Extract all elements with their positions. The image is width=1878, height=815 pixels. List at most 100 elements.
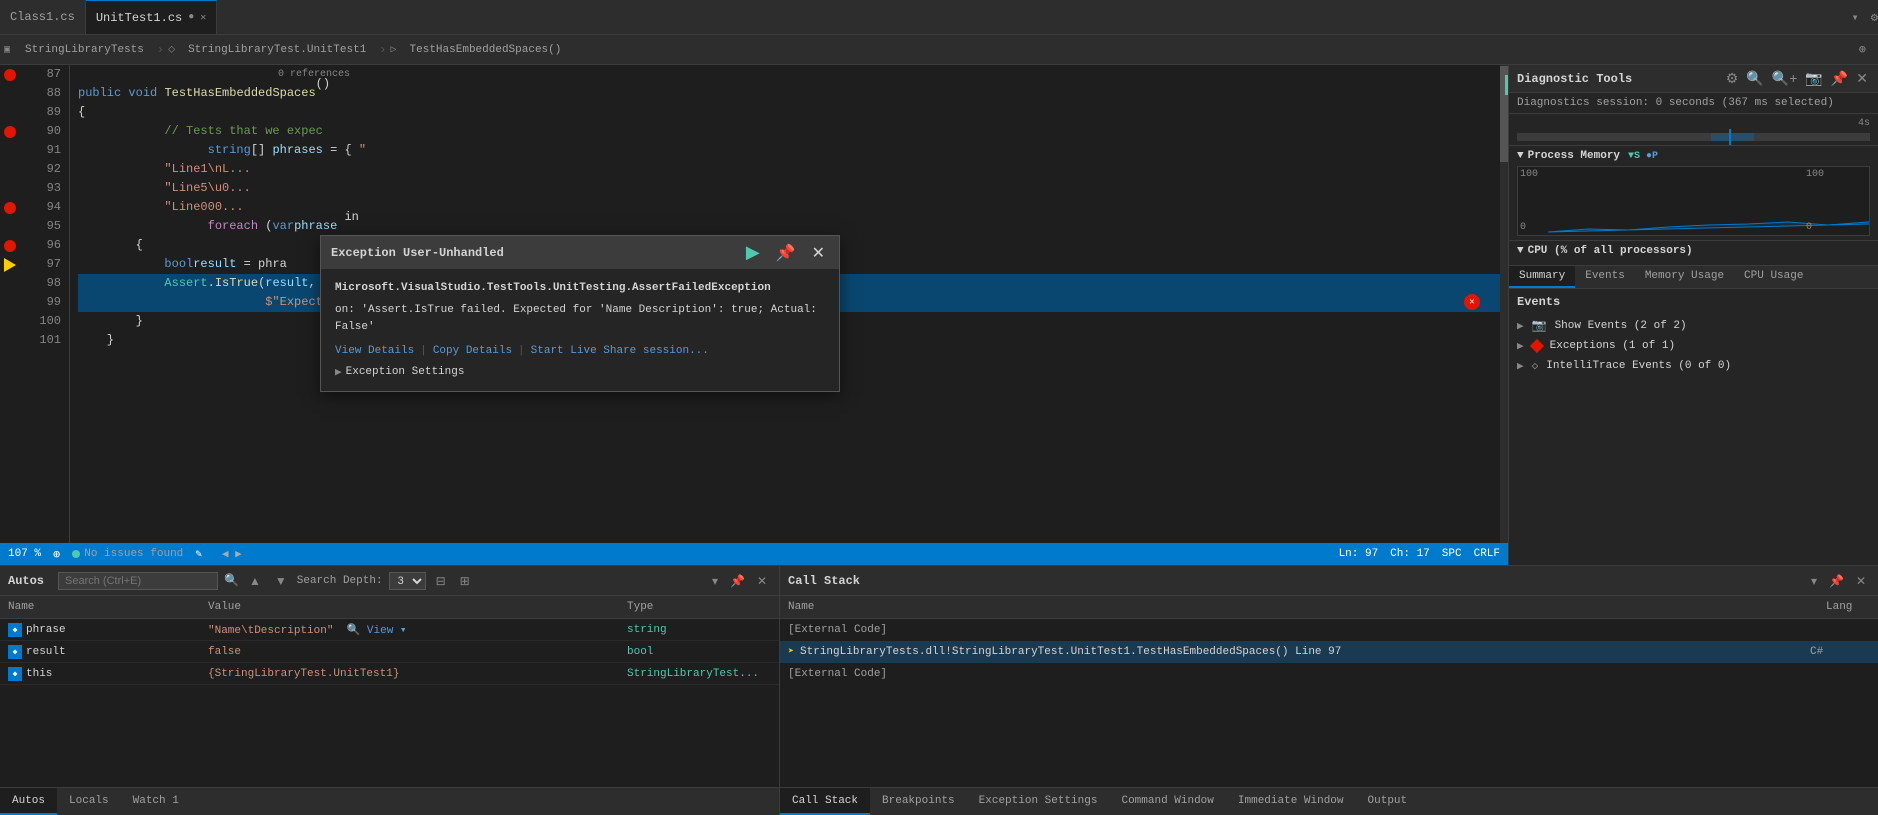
- timeline-bar[interactable]: [1517, 133, 1870, 141]
- diag-zoom-in-button[interactable]: 🔍+: [1770, 68, 1800, 89]
- collapse-button[interactable]: ⊟: [432, 572, 450, 590]
- tab-watch1[interactable]: Watch 1: [121, 788, 191, 815]
- breakpoint-94[interactable]: [4, 202, 16, 214]
- collapse-arrow-memory[interactable]: ▼: [1517, 150, 1524, 162]
- callstack-close-button[interactable]: ✕: [1852, 572, 1870, 590]
- callstack-pin-button[interactable]: 📌: [1825, 572, 1848, 590]
- editor: 87 88 89 90 91 92 93 94 95 96 97 98 99 1…: [0, 65, 1508, 565]
- autos-close-button[interactable]: ✕: [753, 572, 771, 590]
- method-segment[interactable]: TestHasEmbeddedSpaces(): [401, 41, 571, 59]
- view-link-phrase[interactable]: 🔍 View ▾: [347, 625, 407, 637]
- breakpoint-error-96[interactable]: [4, 240, 16, 252]
- autos-row-result[interactable]: ◆ result false bool: [0, 641, 779, 663]
- diag-tab-cpu[interactable]: CPU Usage: [1734, 266, 1813, 288]
- event-intellitrace[interactable]: ▶ ◇ IntelliTrace Events (0 of 0): [1517, 356, 1870, 376]
- diag-tab-summary[interactable]: Summary: [1509, 266, 1575, 288]
- zoom-level[interactable]: 107 %: [8, 548, 41, 560]
- marker-88: [0, 84, 20, 103]
- tab-overflow-button[interactable]: ▾: [1844, 10, 1867, 25]
- collapse-arrow-cpu[interactable]: ▼: [1517, 245, 1524, 257]
- breakpoint-90[interactable]: [4, 126, 16, 138]
- tab-close-button[interactable]: ✕: [200, 12, 206, 24]
- col-header-type: Type: [619, 599, 779, 615]
- tab-immediate-window[interactable]: Immediate Window: [1226, 788, 1356, 815]
- search-icon[interactable]: 🔍: [224, 573, 239, 588]
- live-share-link[interactable]: Start Live Share session...: [531, 345, 709, 357]
- settings-icon[interactable]: ⚙: [1871, 10, 1878, 25]
- autos-table-header: Name Value Type: [0, 596, 779, 619]
- var-icon-this: ◆: [8, 667, 22, 681]
- expand-button[interactable]: ⊞: [456, 572, 474, 590]
- autos-val-this: {StringLibraryTest.UnitTest1}: [200, 668, 619, 680]
- search-depth-label: Search Depth:: [297, 575, 383, 587]
- event-show-events[interactable]: ▶ 📷 Show Events (2 of 2): [1517, 315, 1870, 336]
- tab-unittest1-label: UnitTest1.cs: [96, 11, 182, 25]
- popup-header: Exception User-Unhandled ▶ 📌 ✕: [321, 236, 839, 269]
- code-line-92: "Line5\u0...: [78, 179, 1500, 198]
- autos-panel-controls: ▾ 📌 ✕: [708, 572, 771, 590]
- tab-breakpoints[interactable]: Breakpoints: [870, 788, 967, 815]
- show-events-label: Show Events (2 of 2): [1555, 320, 1687, 332]
- tab-autos[interactable]: Autos: [0, 788, 57, 815]
- exception-message: on: 'Assert.IsTrue failed. Expected for …: [335, 302, 825, 335]
- tab-class1[interactable]: Class1.cs: [0, 0, 86, 34]
- close-popup-button[interactable]: ✕: [808, 243, 829, 263]
- tab-unittest1[interactable]: UnitTest1.cs ● ✕: [86, 0, 217, 34]
- tab-output[interactable]: Output: [1356, 788, 1420, 815]
- line-ending: CRLF: [1474, 548, 1500, 560]
- tab-callstack[interactable]: Call Stack: [780, 788, 870, 815]
- editor-scrollbar[interactable]: [1500, 65, 1508, 543]
- diag-tab-events[interactable]: Events: [1575, 266, 1635, 288]
- add-panel-button[interactable]: ⊕: [1851, 42, 1874, 57]
- marker-89: [0, 103, 20, 122]
- cs-row-external-1: [External Code]: [780, 619, 1878, 641]
- linenum-88: 88: [20, 84, 61, 103]
- diag-pin-button[interactable]: 📌: [1829, 68, 1850, 89]
- callstack-overflow-button[interactable]: ▾: [1807, 572, 1821, 590]
- cs-row-active[interactable]: ➤ StringLibraryTests.dll!StringLibraryTe…: [780, 641, 1878, 663]
- diag-settings-button[interactable]: ⚙: [1724, 68, 1741, 89]
- process-memory-section: ▼ Process Memory ▼S ●P 100 0: [1509, 146, 1878, 241]
- diag-search-button[interactable]: 🔍: [1744, 68, 1765, 89]
- namespace-segment[interactable]: StringLibraryTests: [16, 41, 153, 59]
- popup-body: Microsoft.VisualStudio.TestTools.UnitTes…: [321, 269, 839, 391]
- linenum-89: 89: [20, 103, 61, 122]
- autos-search-input[interactable]: [58, 572, 218, 590]
- class-segment[interactable]: StringLibraryTest.UnitTest1: [179, 41, 375, 59]
- code-line-88: {: [78, 103, 1500, 122]
- exception-settings-toggle[interactable]: ▶ Exception Settings: [335, 365, 825, 379]
- search-up-button[interactable]: ▲: [245, 572, 265, 590]
- event-exceptions[interactable]: ▶ Exceptions (1 of 1): [1517, 336, 1870, 356]
- no-issues-status: No issues found: [72, 548, 183, 560]
- tab-exception-settings[interactable]: Exception Settings: [967, 788, 1110, 815]
- autos-row-phrase[interactable]: ◆ phrase "Name\tDescription" 🔍 View ▾ st…: [0, 619, 779, 641]
- namespace-icon: ▣: [4, 44, 10, 56]
- diag-tab-memory[interactable]: Memory Usage: [1635, 266, 1734, 288]
- tab-locals[interactable]: Locals: [57, 788, 121, 815]
- linenum-96: 96: [20, 236, 61, 255]
- search-depth-select[interactable]: 31245: [389, 572, 426, 590]
- autos-pin-button[interactable]: 📌: [726, 572, 749, 590]
- tab-command-window[interactable]: Command Window: [1109, 788, 1225, 815]
- intellitrace-icon: ◇: [1532, 359, 1539, 373]
- diag-screenshot-button[interactable]: 📷: [1803, 68, 1824, 89]
- diag-close-button[interactable]: ✕: [1854, 68, 1870, 89]
- linenum-94: 94: [20, 198, 61, 217]
- autos-overflow-button[interactable]: ▾: [708, 572, 722, 590]
- autos-type-result: bool: [619, 646, 779, 658]
- code-line-94: foreach (var phrase in: [78, 217, 1500, 236]
- copy-details-link[interactable]: Copy Details: [433, 345, 512, 357]
- edit-mode-icon[interactable]: ✎: [195, 547, 202, 561]
- session-text: Diagnostics session: 0 seconds (367 ms s…: [1517, 97, 1834, 109]
- breakpoint-87[interactable]: [4, 69, 16, 81]
- run-button[interactable]: ▶: [742, 242, 764, 263]
- search-down-button[interactable]: ▼: [271, 572, 291, 590]
- scroll-arrows[interactable]: ◀ ▶: [222, 547, 242, 561]
- callstack-controls: ▾ 📌 ✕: [1807, 572, 1870, 590]
- memory-header: ▼ Process Memory ▼S ●P: [1517, 150, 1870, 162]
- view-details-link[interactable]: View Details: [335, 345, 414, 357]
- code-line-90: string[] phrases = { ": [78, 141, 1500, 160]
- expand-intellitrace-icon: ▶: [1517, 359, 1524, 373]
- pin-button[interactable]: 📌: [772, 243, 800, 263]
- autos-row-this[interactable]: ◆ this {StringLibraryTest.UnitTest1} Str…: [0, 663, 779, 685]
